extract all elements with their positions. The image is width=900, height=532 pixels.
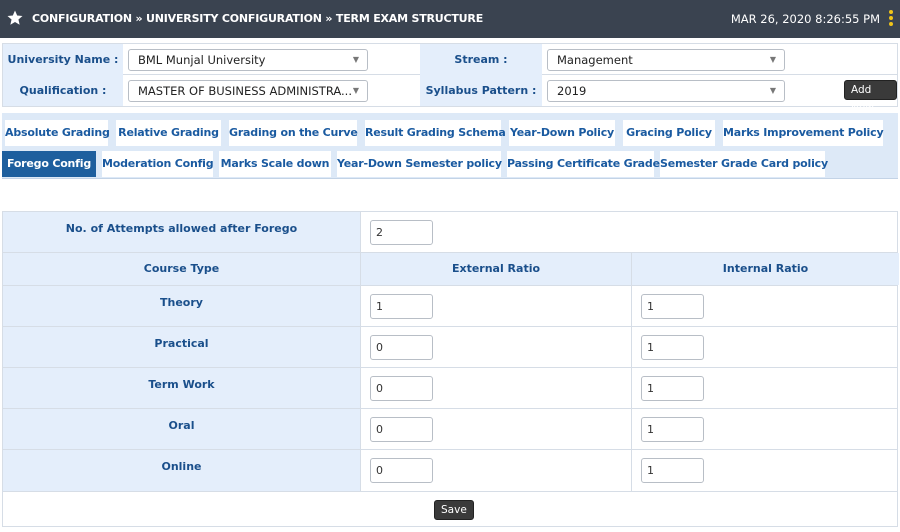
university-name-label: University Name : (3, 44, 123, 75)
external-ratio-input[interactable] (370, 458, 433, 483)
tab-marks-scale-down[interactable]: Marks Scale down (219, 151, 331, 177)
tab-semester-grade-card-policy[interactable]: Semester Grade Card policy (660, 151, 828, 177)
save-bar: Save (2, 492, 898, 527)
current-datetime: MAR 26, 2020 8:26:55 PM (730, 12, 880, 26)
add-new-button[interactable]: Add New (844, 80, 897, 114)
course-type-oral: Oral (3, 409, 361, 449)
university-name-value: BML Munjal University (138, 53, 266, 67)
tab-forego-config[interactable]: Forego Config (2, 151, 96, 177)
filter-row-2: Qualification : MASTER OF BUSINESS ADMIN… (3, 75, 897, 114)
filter-panel: University Name : BML Munjal University … (2, 43, 898, 114)
internal-ratio-input[interactable] (641, 335, 704, 360)
internal-ratio-input[interactable] (641, 417, 704, 442)
col-external-ratio: External Ratio (361, 253, 632, 285)
course-type-theory: Theory (3, 286, 361, 326)
kebab-menu-icon[interactable] (886, 10, 896, 28)
chevron-down-icon: ▼ (352, 86, 359, 95)
external-ratio-input[interactable] (370, 417, 433, 442)
course-type-online: Online (3, 450, 361, 491)
stream-value: Management (557, 53, 633, 67)
table-row: Term Work (3, 368, 897, 409)
breadcrumb: CONFIGURATION » UNIVERSITY CONFIGURATION… (32, 12, 484, 25)
external-ratio-input[interactable] (370, 335, 433, 360)
star-icon[interactable] (6, 9, 24, 27)
tab-passing-certificate-grade[interactable]: Passing Certificate Grade (507, 151, 660, 177)
course-type-practical: Practical (3, 327, 361, 367)
table-header-row: Course Type External Ratio Internal Rati… (3, 253, 899, 286)
tab-grading-on-the-curve[interactable]: Grading on the Curve (229, 120, 358, 146)
chevron-down-icon: ▼ (769, 55, 776, 64)
syllabus-pattern-select[interactable]: 2019 ▼ (547, 80, 785, 102)
col-internal-ratio: Internal Ratio (632, 253, 899, 285)
syllabus-pattern-value: 2019 (557, 84, 587, 98)
tab-marks-improvement-policy[interactable]: Marks Improvement Policy (723, 120, 884, 146)
course-type-term-work: Term Work (3, 368, 361, 408)
chevron-down-icon: ▼ (769, 86, 776, 95)
config-tabs: Absolute Grading Relative Grading Gradin… (2, 113, 898, 179)
table-row: Online (3, 450, 897, 491)
attempts-row: No. of Attempts allowed after Forego (3, 212, 897, 253)
qualification-value: MASTER OF BUSINESS ADMINISTRA... (138, 84, 352, 98)
university-name-select[interactable]: BML Munjal University ▼ (128, 49, 368, 71)
col-course-type: Course Type (3, 253, 361, 285)
top-header-bar: CONFIGURATION » UNIVERSITY CONFIGURATION… (0, 0, 900, 38)
external-ratio-input[interactable] (370, 294, 433, 319)
tab-gracing-policy[interactable]: Gracing Policy (623, 120, 715, 146)
tab-absolute-grading[interactable]: Absolute Grading (5, 120, 110, 146)
table-row: Oral (3, 409, 897, 450)
internal-ratio-input[interactable] (641, 458, 704, 483)
stream-label: Stream : (420, 44, 542, 75)
attempts-input[interactable] (370, 220, 433, 245)
save-button[interactable]: Save (434, 500, 474, 520)
internal-ratio-input[interactable] (641, 294, 704, 319)
table-row: Practical (3, 327, 897, 368)
syllabus-pattern-label: Syllabus Pattern : (420, 75, 542, 106)
attempts-label: No. of Attempts allowed after Forego (3, 212, 361, 252)
filter-row-1: University Name : BML Munjal University … (3, 44, 897, 75)
qualification-label: Qualification : (3, 75, 123, 106)
tab-relative-grading[interactable]: Relative Grading (116, 120, 221, 146)
chevron-down-icon: ▼ (352, 55, 359, 64)
tab-result-grading-schema[interactable]: Result Grading Schema (365, 120, 506, 146)
tab-year-down-policy[interactable]: Year-Down Policy (509, 120, 615, 146)
tab-moderation-config[interactable]: Moderation Config (102, 151, 214, 177)
stream-select[interactable]: Management ▼ (547, 49, 785, 71)
table-row: Theory (3, 286, 897, 327)
qualification-select[interactable]: MASTER OF BUSINESS ADMINISTRA... ▼ (128, 80, 368, 102)
tab-year-down-semester-policy[interactable]: Year-Down Semester policy (337, 151, 502, 177)
internal-ratio-input[interactable] (641, 376, 704, 401)
external-ratio-input[interactable] (370, 376, 433, 401)
forego-config-table: No. of Attempts allowed after Forego Cou… (2, 211, 899, 492)
